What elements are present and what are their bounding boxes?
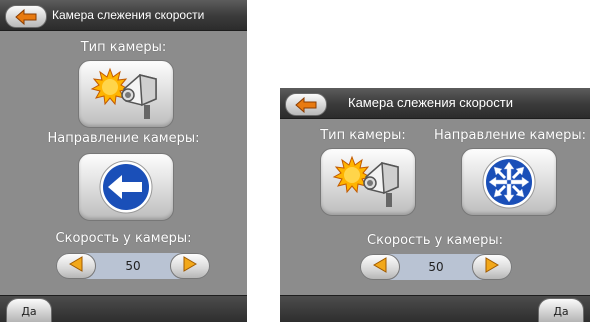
back-button[interactable] [285, 93, 327, 116]
camera-type-button[interactable] [320, 148, 416, 216]
direction-button[interactable] [461, 148, 557, 216]
direction-label: Направление камеры: [47, 131, 200, 146]
bottom-bar: Да [0, 295, 247, 322]
screen-landscape: Камера слежения скорости Тип камеры: Нап… [280, 88, 590, 322]
speed-control: 50 [360, 254, 512, 280]
speed-value: 50 [125, 259, 141, 273]
speed-increase-button[interactable] [170, 253, 210, 279]
camera-type-label: Тип камеры: [320, 128, 406, 143]
bottom-bar: Да [280, 295, 590, 322]
camera-type-button[interactable] [78, 60, 174, 128]
yes-button[interactable]: Да [6, 298, 52, 322]
triangle-left-icon [68, 256, 84, 276]
title-bar: Камера слежения скорости [280, 88, 590, 119]
triangle-right-icon [484, 257, 500, 277]
speed-increase-button[interactable] [472, 254, 512, 280]
direction-button[interactable] [78, 153, 174, 221]
triangle-right-icon [182, 256, 198, 276]
back-button[interactable] [5, 5, 47, 28]
speed-label: Скорость у камеры: [367, 233, 503, 248]
speed-label: Скорость у камеры: [55, 231, 192, 246]
arrow-left-sign-icon [98, 159, 154, 215]
speed-value: 50 [428, 260, 444, 274]
back-arrow-icon [14, 8, 38, 25]
back-arrow-icon [294, 96, 318, 113]
speed-camera-icon [330, 155, 406, 209]
page-title: Камера слежения скорости [52, 8, 205, 22]
title-bar: Камера слежения скорости [0, 0, 247, 31]
triangle-left-icon [372, 257, 388, 277]
speed-control: 50 [56, 253, 210, 279]
screen-portrait: Камера слежения скорости Тип камеры: Нап… [0, 0, 247, 322]
yes-button[interactable]: Да [538, 298, 584, 322]
speed-decrease-button[interactable] [56, 253, 96, 279]
speed-decrease-button[interactable] [360, 254, 400, 280]
speed-camera-icon [88, 67, 164, 121]
all-directions-sign-icon [481, 154, 537, 210]
direction-label: Направление камеры: [433, 128, 587, 143]
page-title: Камера слежения скорости [348, 95, 513, 110]
camera-type-label: Тип камеры: [80, 40, 167, 55]
